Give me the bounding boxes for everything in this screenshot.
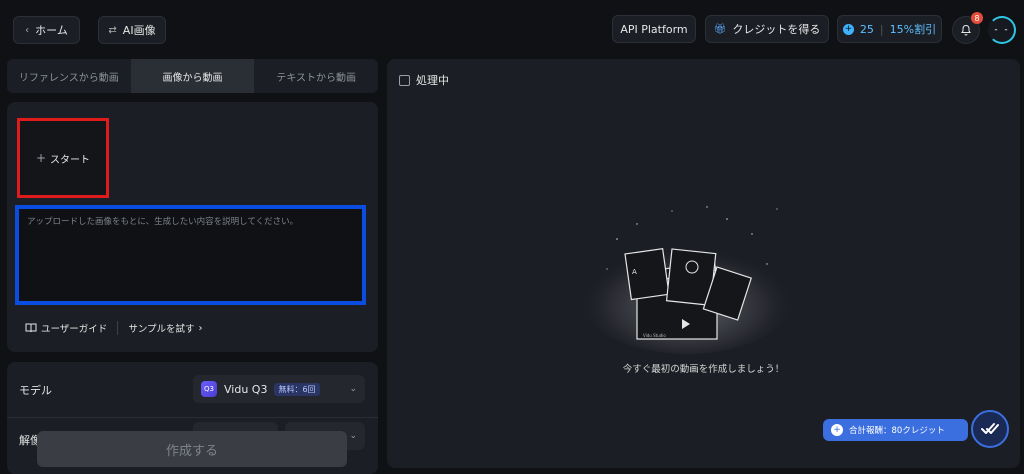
get-credits-button[interactable]: 🎁︎ クレジットを得る — [705, 15, 829, 43]
user-guide-label: ユーザーガイド — [41, 324, 108, 335]
try-sample-label: サンプルを試す — [128, 324, 195, 335]
tab-reference-to-video[interactable]: リファレンスから動画 — [7, 59, 131, 93]
vidu-logo-icon: Q3 — [201, 381, 217, 397]
processing-filter[interactable]: 処理中 — [399, 72, 449, 88]
avatar[interactable]: - - — [988, 16, 1016, 44]
total-cost-label: 合計報酬：80クレジット — [849, 426, 945, 436]
divider — [7, 417, 378, 418]
model-select[interactable]: Q3 Vidu Q3 無料：6回 ⌄ — [193, 375, 365, 403]
chevron-left-icon: ‹ — [25, 24, 30, 36]
free-uses-badge: 無料：6回 — [274, 382, 320, 396]
try-sample-link[interactable]: サンプルを試す › — [128, 321, 203, 336]
prompt-placeholder: アップロードした画像をもとに、生成したい内容を説明してください。 — [27, 217, 299, 227]
chevron-down-icon: ⌄ — [349, 431, 357, 441]
notifications-button[interactable]: 8 — [952, 12, 983, 44]
left-panel: リファレンスから動画 画像から動画 テキストから動画 + スタート アップロード… — [7, 59, 378, 474]
plus-icon: + — [35, 151, 47, 165]
user-guide-link[interactable]: ユーザーガイド — [25, 321, 107, 335]
processing-checkbox[interactable] — [399, 74, 410, 86]
plus-circle-icon: + — [831, 424, 843, 436]
start-label: スタート — [50, 154, 91, 166]
get-credits-label: クレジットを得る — [732, 23, 821, 36]
home-label: ホーム — [35, 24, 68, 37]
task-check-button[interactable] — [971, 410, 1009, 448]
tab-text-to-video[interactable]: テキストから動画 — [254, 59, 378, 93]
upload-card: + スタート アップロードした画像をもとに、生成したい内容を説明してください。 — [7, 102, 378, 352]
prompt-textarea[interactable]: アップロードした画像をもとに、生成したい内容を説明してください。 — [15, 205, 366, 305]
gift-icon: 🎁︎ — [713, 23, 727, 35]
plus-circle-icon: + — [842, 23, 854, 35]
notification-badge: 8 — [971, 12, 983, 24]
ai-image-label: AI画像 — [122, 24, 156, 37]
credits-count: 25 — [859, 22, 874, 36]
top-bar: ‹ ホーム ⇄ AI画像 API Platform 🎁︎ クレジットを得る + … — [0, 0, 1024, 58]
svg-text:A: A — [632, 268, 637, 276]
bell-icon — [961, 24, 971, 36]
results-panel: 処理中 A Vidu Studio 今すぐ最初の動画を作成しましょう！ — [387, 59, 1020, 468]
swap-icon: ⇄ — [108, 24, 117, 36]
discount-label: 15%割引 — [889, 23, 937, 36]
double-check-icon — [981, 423, 999, 434]
svg-text:Vidu Studio: Vidu Studio — [643, 333, 666, 338]
api-platform-label: API Platform — [620, 22, 688, 36]
mode-tabs: リファレンスから動画 画像から動画 テキストから動画 — [7, 59, 378, 93]
tab-image-to-video[interactable]: 画像から動画 — [130, 59, 255, 93]
chevron-right-icon: › — [198, 322, 203, 334]
avatar-face: - - — [994, 25, 1010, 35]
model-name: Vidu Q3 — [224, 382, 268, 396]
total-cost-badge[interactable]: + 合計報酬：80クレジット — [823, 419, 968, 441]
processing-label: 処理中 — [416, 74, 449, 87]
divider — [117, 321, 119, 335]
chevron-down-icon: ⌄ — [349, 384, 357, 394]
api-platform-button[interactable]: API Platform — [612, 15, 696, 43]
book-icon — [25, 323, 37, 333]
divider: | — [879, 22, 884, 36]
credits-balance-button[interactable]: + 25 | 15%割引 — [837, 15, 942, 43]
ai-image-switch-button[interactable]: ⇄ AI画像 — [98, 16, 166, 44]
help-links: ユーザーガイド サンプルを試す › — [25, 321, 203, 335]
start-upload-button[interactable]: + スタート — [17, 118, 109, 198]
home-button[interactable]: ‹ ホーム — [13, 16, 80, 44]
empty-state-message: 今すぐ最初の動画を作成しましょう！ — [622, 364, 785, 375]
empty-state-illustration: A Vidu Studio — [577, 206, 797, 354]
model-label: モデル — [19, 384, 52, 397]
create-button[interactable]: 作成する — [37, 431, 347, 467]
